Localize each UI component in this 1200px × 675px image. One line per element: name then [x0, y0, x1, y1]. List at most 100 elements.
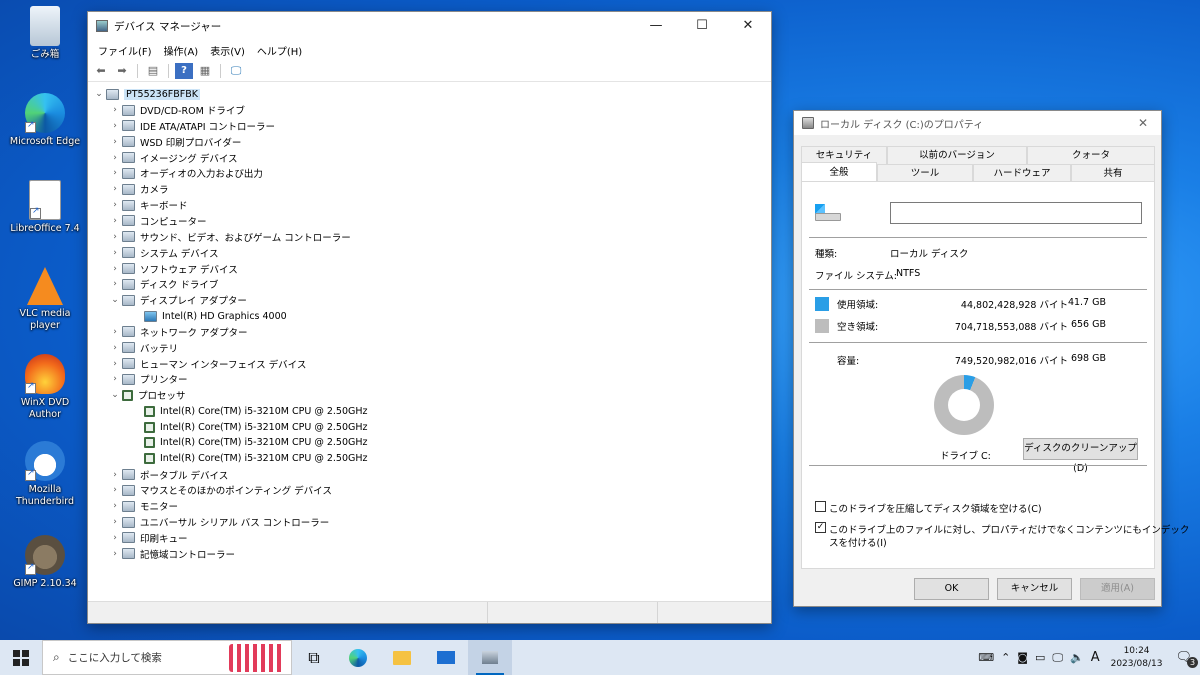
- chevron-right-icon[interactable]: ›: [108, 232, 122, 242]
- chevron-right-icon[interactable]: ›: [108, 279, 122, 289]
- view-sheet-icon[interactable]: ▦: [196, 63, 214, 79]
- tree-category[interactable]: › モニター: [108, 498, 178, 514]
- chevron-down-icon[interactable]: ⌄: [108, 390, 122, 400]
- tree-category[interactable]: › バッテリ: [108, 340, 178, 356]
- chevron-down-icon[interactable]: ⌄: [108, 295, 122, 305]
- tree-category[interactable]: › コンピューター: [108, 213, 207, 229]
- tab-hardware[interactable]: ハードウェア: [973, 164, 1071, 182]
- desktop-icon-gimp[interactable]: GIMP 2.10.34: [4, 535, 86, 590]
- tab-sharing[interactable]: 共有: [1071, 164, 1155, 182]
- maximize-button[interactable]: ☐: [679, 12, 725, 40]
- tree-root[interactable]: ⌄ PT55236FBFBK: [92, 86, 200, 102]
- keyboard-icon[interactable]: ⌨: [978, 651, 994, 664]
- tree-device[interactable]: Intel(R) Core(TM) i5-3210M CPU @ 2.50GHz: [130, 435, 368, 451]
- tree-category[interactable]: › カメラ: [108, 181, 169, 197]
- chevron-right-icon[interactable]: ›: [108, 105, 122, 115]
- forward-arrow-icon[interactable]: ➡: [113, 63, 131, 79]
- notification-icon[interactable]: 🗨 3: [1175, 650, 1198, 668]
- tree-category[interactable]: › キーボード: [108, 197, 188, 213]
- chevron-right-icon[interactable]: ›: [108, 248, 122, 258]
- tree-device[interactable]: Intel(R) Core(TM) i5-3210M CPU @ 2.50GHz: [130, 419, 368, 435]
- tree-category[interactable]: › 印刷キュー: [108, 530, 188, 546]
- battery-icon[interactable]: ▭: [1035, 651, 1045, 664]
- chevron-right-icon[interactable]: ›: [108, 374, 122, 384]
- tree-device[interactable]: Intel(R) Core(TM) i5-3210M CPU @ 2.50GHz: [130, 403, 368, 419]
- chevron-right-icon[interactable]: ›: [108, 549, 122, 559]
- ime-indicator[interactable]: A: [1091, 650, 1100, 665]
- tree-device[interactable]: Intel(R) Core(TM) i5-3210M CPU @ 2.50GHz: [130, 451, 368, 467]
- tree-device[interactable]: Intel(R) HD Graphics 4000: [130, 308, 287, 324]
- compress-drive-checkbox[interactable]: [815, 501, 826, 512]
- desktop-icon-recycle-bin[interactable]: ごみ箱: [4, 6, 86, 61]
- tree-category[interactable]: › ネットワーク アダプター: [108, 324, 248, 340]
- back-arrow-icon[interactable]: ⬅: [92, 63, 110, 79]
- disk-cleanup-button[interactable]: ディスクのクリーンアップ(D): [1023, 438, 1138, 474]
- tree-category[interactable]: ⌄ プロセッサ: [108, 387, 186, 403]
- tree-category[interactable]: › ヒューマン インターフェイス デバイス: [108, 356, 306, 372]
- tree-category[interactable]: › サウンド、ビデオ、およびゲーム コントローラー: [108, 229, 351, 245]
- tree-category[interactable]: › マウスとそのほかのポインティング デバイス: [108, 482, 332, 498]
- properties-sheet-icon[interactable]: ▤: [144, 63, 162, 79]
- chevron-right-icon[interactable]: ›: [108, 264, 122, 274]
- security-icon[interactable]: ◙: [1017, 651, 1028, 664]
- tree-category[interactable]: › IDE ATA/ATAPI コントローラー: [108, 118, 275, 134]
- desktop-icon-libreoffice[interactable]: LibreOffice 7.4: [4, 180, 86, 235]
- desktop-icon-winx-dvd[interactable]: WinX DVD Author: [4, 354, 86, 421]
- help-icon[interactable]: ?: [175, 62, 193, 79]
- tree-category[interactable]: › DVD/CD-ROM ドライブ: [108, 102, 245, 118]
- menu-action[interactable]: 操作(A): [158, 43, 205, 58]
- tree-category[interactable]: › 記憶域コントローラー: [108, 546, 235, 562]
- chevron-right-icon[interactable]: ›: [108, 200, 122, 210]
- tab-tools[interactable]: ツール: [877, 164, 973, 182]
- desktop-icon-thunderbird[interactable]: Mozilla Thunderbird: [4, 441, 86, 508]
- chevron-right-icon[interactable]: ›: [108, 137, 122, 147]
- tree-category[interactable]: › ディスク ドライブ: [108, 276, 218, 292]
- index-contents-checkbox[interactable]: ✓: [815, 522, 826, 533]
- tree-category[interactable]: › ユニバーサル シリアル バス コントローラー: [108, 514, 329, 530]
- chevron-right-icon[interactable]: ›: [108, 533, 122, 543]
- scan-hardware-monitor-icon[interactable]: 🖵: [227, 63, 245, 79]
- start-button[interactable]: [0, 640, 42, 675]
- tree-category[interactable]: › プリンター: [108, 371, 188, 387]
- tree-category[interactable]: › イメージング デバイス: [108, 150, 238, 166]
- ok-button[interactable]: OK: [914, 578, 989, 600]
- task-view-button[interactable]: ⧉: [292, 640, 336, 675]
- chevron-right-icon[interactable]: ›: [108, 121, 122, 131]
- chevron-right-icon[interactable]: ›: [108, 485, 122, 495]
- desktop-icon-edge[interactable]: Microsoft Edge: [4, 93, 86, 148]
- tree-category[interactable]: › システム デバイス: [108, 245, 218, 261]
- tree-category[interactable]: › ポータブル デバイス: [108, 467, 228, 483]
- chevron-right-icon[interactable]: ›: [108, 327, 122, 337]
- close-button[interactable]: ✕: [725, 12, 771, 40]
- chevron-right-icon[interactable]: ›: [108, 216, 122, 226]
- chevron-right-icon[interactable]: ›: [108, 517, 122, 527]
- chevron-right-icon[interactable]: ›: [108, 501, 122, 511]
- volume-icon[interactable]: 🔈: [1070, 651, 1084, 664]
- tab-general[interactable]: 全般: [801, 162, 877, 182]
- tree-category[interactable]: › オーディオの入力および出力: [108, 165, 263, 181]
- tree-category[interactable]: › ソフトウェア デバイス: [108, 261, 238, 277]
- chevron-right-icon[interactable]: ›: [108, 343, 122, 353]
- taskbar-mail[interactable]: [424, 640, 468, 675]
- chevron-right-icon[interactable]: ›: [108, 184, 122, 194]
- tab-quota[interactable]: クォータ: [1027, 146, 1155, 164]
- tree-category[interactable]: ⌄ ディスプレイ アダプター: [108, 292, 247, 308]
- apply-button[interactable]: 適用(A): [1080, 578, 1155, 600]
- taskbar-file-explorer[interactable]: [380, 640, 424, 675]
- taskbar-device-manager[interactable]: [468, 640, 512, 675]
- menu-view[interactable]: 表示(V): [204, 43, 251, 58]
- network-icon[interactable]: 🖵: [1052, 651, 1063, 665]
- chevron-right-icon[interactable]: ›: [108, 470, 122, 480]
- chevron-up-icon[interactable]: ⌃: [1001, 651, 1010, 664]
- menu-file[interactable]: ファイル(F): [92, 43, 158, 58]
- taskbar-edge[interactable]: [336, 640, 380, 675]
- taskbar-search-box[interactable]: ⌕ ここに入力して検索: [42, 640, 292, 675]
- chevron-right-icon[interactable]: ›: [108, 153, 122, 163]
- dialog-close-button[interactable]: ✕: [1125, 109, 1161, 137]
- tree-category[interactable]: › WSD 印刷プロバイダー: [108, 134, 241, 150]
- minimize-button[interactable]: —: [633, 12, 679, 40]
- desktop-icon-vlc[interactable]: VLC media player: [4, 267, 86, 332]
- chevron-right-icon[interactable]: ›: [108, 359, 122, 369]
- chevron-right-icon[interactable]: ›: [108, 168, 122, 178]
- drive-name-input[interactable]: [890, 202, 1142, 224]
